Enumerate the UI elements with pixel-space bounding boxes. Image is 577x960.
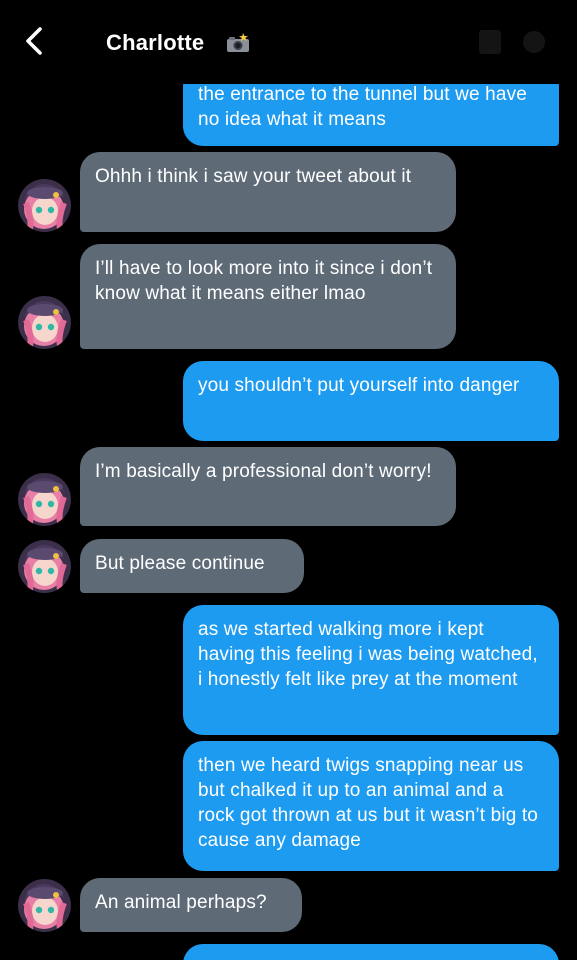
message-bubble-incoming[interactable]: I’m basically a professional don’t worry…: [80, 447, 456, 526]
conversation-header: Charlotte: [0, 0, 577, 84]
message-thread[interactable]: the entrance to the tunnel but we have n…: [0, 0, 577, 960]
avatar[interactable]: [18, 296, 71, 349]
message-bubble-incoming[interactable]: An animal perhaps?: [80, 878, 302, 932]
avatar[interactable]: [18, 473, 71, 526]
message-bubble-incoming[interactable]: I’ll have to look more into it since i d…: [80, 244, 456, 349]
back-arrow-icon[interactable]: [18, 24, 52, 58]
avatar[interactable]: [18, 879, 71, 932]
camera-with-flash-icon: [226, 33, 250, 53]
avatar[interactable]: [18, 179, 71, 232]
message-bubble-outgoing[interactable]: [183, 944, 559, 960]
info-icon[interactable]: [459, 28, 549, 56]
avatar[interactable]: [18, 540, 71, 593]
message-bubble-outgoing[interactable]: you shouldn’t put yourself into danger: [183, 361, 559, 441]
message-bubble-outgoing[interactable]: as we started walking more i kept having…: [183, 605, 559, 735]
message-bubble-incoming[interactable]: But please continue: [80, 539, 304, 593]
contact-name[interactable]: Charlotte: [106, 30, 204, 56]
message-bubble-outgoing[interactable]: then we heard twigs snapping near us but…: [183, 741, 559, 871]
message-bubble-incoming[interactable]: Ohhh i think i saw your tweet about it: [80, 152, 456, 232]
